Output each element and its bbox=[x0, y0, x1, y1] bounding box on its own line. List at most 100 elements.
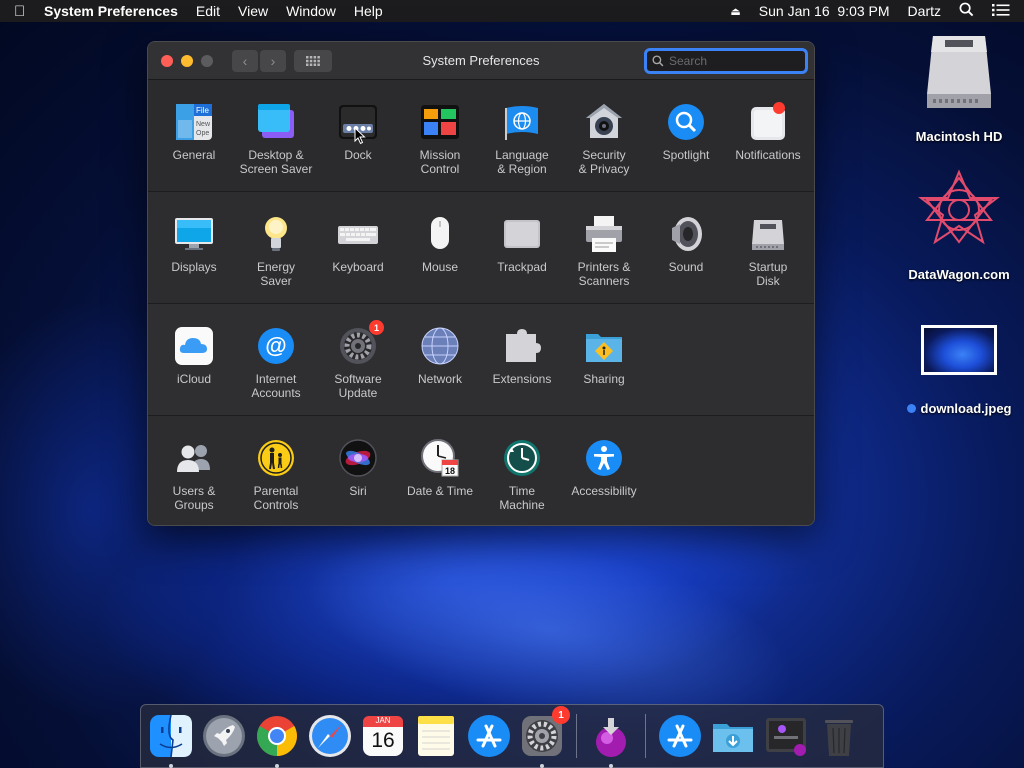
pane-accessibility[interactable]: Accessibility bbox=[563, 438, 645, 498]
calendar-month: JAN bbox=[375, 716, 391, 725]
pane-time-machine[interactable]: Time Machine bbox=[481, 438, 563, 512]
dock-system-preferences[interactable]: 1 bbox=[520, 706, 570, 768]
menu-help[interactable]: Help bbox=[354, 3, 383, 19]
svg-text:@: @ bbox=[265, 333, 286, 358]
menu-edit[interactable]: Edit bbox=[196, 3, 220, 19]
dock-app-store-folder[interactable] bbox=[658, 714, 702, 758]
menu-window[interactable]: Window bbox=[286, 3, 336, 19]
pane-displays[interactable]: Displays bbox=[153, 214, 235, 274]
pane-spotlight[interactable]: Spotlight bbox=[645, 102, 727, 162]
app-store-icon bbox=[468, 715, 510, 757]
desktop-file-label: download.jpeg bbox=[920, 401, 1012, 416]
spotlight-icon bbox=[666, 102, 706, 142]
users-icon bbox=[174, 438, 214, 478]
notes-icon bbox=[418, 716, 454, 756]
chevron-right-icon: › bbox=[270, 52, 276, 69]
dock-app-store[interactable] bbox=[467, 714, 511, 758]
menu-datetime[interactable]: Sun Jan 16 9:03 PM bbox=[759, 3, 890, 19]
running-indicator bbox=[275, 764, 279, 768]
pane-label: Users & Groups bbox=[172, 484, 216, 512]
window-titlebar[interactable]: ‹ › System Preferences bbox=[148, 42, 814, 80]
dock-finder[interactable] bbox=[149, 714, 193, 768]
hard-drive-icon bbox=[927, 36, 991, 108]
running-indicator bbox=[169, 764, 173, 768]
dock-installer[interactable] bbox=[589, 714, 633, 768]
pane-general[interactable]: File New Ope General bbox=[153, 102, 235, 162]
dock-downloads[interactable] bbox=[711, 714, 755, 758]
svg-text:Ope: Ope bbox=[196, 130, 209, 137]
dock-launchpad[interactable] bbox=[202, 714, 246, 758]
minimize-button[interactable] bbox=[181, 54, 193, 67]
pane-label: Spotlight bbox=[662, 148, 710, 162]
downloads-folder-icon bbox=[713, 724, 753, 752]
mission-control-icon bbox=[420, 102, 460, 142]
search-field[interactable] bbox=[644, 48, 808, 74]
pane-sound[interactable]: Sound bbox=[645, 214, 727, 274]
pane-language-region[interactable]: Language & Region bbox=[481, 102, 563, 176]
pane-trackpad[interactable]: Trackpad bbox=[481, 214, 563, 274]
sharing-folder-icon bbox=[584, 326, 624, 366]
app-store-icon bbox=[659, 715, 701, 757]
desktop-datawagon-label: DataWagon.com bbox=[908, 267, 1010, 282]
pane-desktop-screen-saver[interactable]: Desktop & Screen Saver bbox=[235, 102, 317, 176]
pane-printers-scanners[interactable]: Printers & Scanners bbox=[563, 214, 645, 288]
dock-separator bbox=[576, 714, 577, 758]
pane-users-groups[interactable]: Users & Groups bbox=[153, 438, 235, 512]
control-center-icon[interactable] bbox=[992, 3, 1010, 20]
pane-parental-controls[interactable]: Parental Controls bbox=[235, 438, 317, 512]
pane-security-privacy[interactable]: Security & Privacy bbox=[563, 102, 645, 176]
desktop-macintosh-hd[interactable]: Macintosh HD bbox=[908, 30, 1010, 144]
pane-internet-accounts[interactable]: @ Internet Accounts bbox=[235, 326, 317, 400]
back-button[interactable]: ‹ bbox=[232, 49, 258, 72]
dock-notes[interactable] bbox=[414, 714, 458, 758]
pane-software-update[interactable]: 1 Software Update bbox=[317, 320, 399, 400]
pane-mouse[interactable]: Mouse bbox=[399, 214, 481, 274]
pane-label: Network bbox=[417, 372, 462, 386]
pane-mission-control[interactable]: Mission Control bbox=[399, 102, 481, 176]
spotlight-search-icon[interactable] bbox=[959, 2, 974, 20]
show-all-button[interactable] bbox=[294, 49, 332, 72]
apple-menu-icon[interactable]:  bbox=[14, 3, 44, 20]
menu-view[interactable]: View bbox=[238, 3, 268, 19]
pane-label: Mission Control bbox=[419, 148, 461, 176]
forward-button[interactable]: › bbox=[260, 49, 286, 72]
pane-notifications[interactable]: Notifications bbox=[727, 102, 809, 162]
at-sign-icon: @ bbox=[256, 326, 296, 366]
pane-extensions[interactable]: Extensions bbox=[481, 326, 563, 386]
pane-siri[interactable]: Siri bbox=[317, 438, 399, 498]
pane-network[interactable]: Network bbox=[399, 326, 481, 386]
pane-label: Desktop & Screen Saver bbox=[239, 148, 313, 176]
pane-label: Time Machine bbox=[499, 484, 545, 512]
pane-label: Sound bbox=[668, 260, 704, 274]
dock-separator bbox=[645, 714, 646, 758]
dock-stack[interactable] bbox=[764, 714, 808, 758]
pane-startup-disk[interactable]: Startup Disk bbox=[727, 214, 809, 288]
pane-label: Parental Controls bbox=[253, 484, 299, 512]
pane-energy-saver[interactable]: Energy Saver bbox=[235, 214, 317, 288]
svg-text:New: New bbox=[196, 121, 211, 128]
dock-trash[interactable] bbox=[817, 714, 861, 758]
pane-sharing[interactable]: Sharing bbox=[563, 326, 645, 386]
zoom-button[interactable] bbox=[201, 54, 213, 67]
close-button[interactable] bbox=[161, 54, 173, 67]
search-input[interactable] bbox=[669, 54, 799, 68]
desktop-datawagon[interactable]: DataWagon.com bbox=[903, 168, 1015, 282]
dock: JAN 16 1 bbox=[140, 704, 884, 768]
pane-label: Sharing bbox=[583, 372, 625, 386]
chrome-icon bbox=[257, 716, 297, 756]
printer-icon bbox=[584, 214, 624, 254]
dock-calendar[interactable]: JAN 16 bbox=[361, 714, 405, 758]
dock-chrome[interactable] bbox=[255, 714, 299, 768]
speaker-icon bbox=[666, 214, 706, 254]
menu-app-name[interactable]: System Preferences bbox=[44, 3, 178, 19]
general-icon: File New Ope bbox=[174, 102, 214, 142]
desktop-download-jpeg[interactable]: download.jpeg bbox=[899, 325, 1019, 416]
rocket-icon bbox=[203, 715, 245, 757]
menu-user[interactable]: Dartz bbox=[908, 3, 941, 19]
pane-keyboard[interactable]: Keyboard bbox=[317, 214, 399, 274]
desktop-hd-label: Macintosh HD bbox=[915, 129, 1003, 144]
eject-icon[interactable]: ⏏ bbox=[730, 5, 740, 18]
pane-date-time[interactable]: 18 Date & Time bbox=[399, 438, 481, 498]
pane-icloud[interactable]: iCloud bbox=[153, 326, 235, 386]
dock-safari[interactable] bbox=[308, 714, 352, 758]
